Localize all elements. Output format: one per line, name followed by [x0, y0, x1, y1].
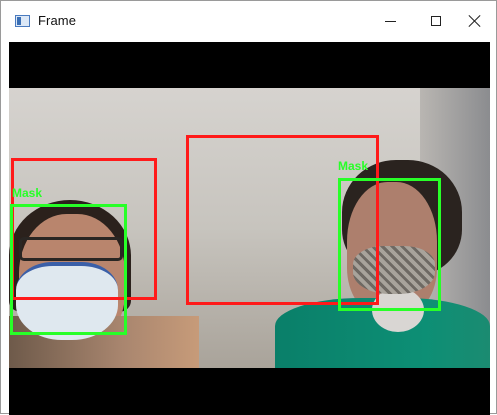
- window: Frame Mask Mask: [0, 0, 497, 415]
- detection-box-green-left: [10, 204, 127, 335]
- detection-label-left: Mask: [12, 186, 43, 200]
- window-title: Frame: [38, 13, 77, 28]
- video-frame: Mask Mask: [9, 88, 490, 368]
- close-icon: [468, 14, 482, 28]
- close-button[interactable]: [452, 1, 497, 41]
- title-bar[interactable]: Frame: [1, 1, 496, 41]
- app-window-icon: [15, 15, 30, 27]
- maximize-icon: [431, 16, 441, 26]
- video-frame-area: Mask Mask: [9, 42, 490, 415]
- detection-label-right: Mask: [338, 159, 369, 173]
- minimize-button[interactable]: [367, 1, 413, 41]
- detection-box-green-right: [338, 178, 441, 311]
- minimize-icon: [384, 20, 396, 22]
